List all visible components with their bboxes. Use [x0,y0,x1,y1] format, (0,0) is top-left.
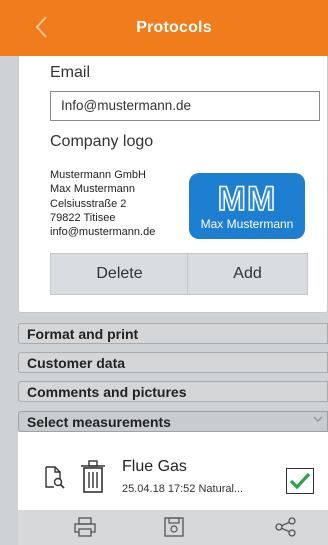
section-label: Select measurements [27,414,171,430]
logo-name: Max Mustermann [200,216,294,231]
measurement-title: Flue Gas [122,458,187,475]
email-field[interactable]: Info@mustermann.de [50,91,320,121]
chevron-left-icon [35,16,47,38]
address-line: 79822 Titisee [50,211,116,224]
header-bar: Protocols [0,0,328,56]
bottom-toolbar [18,510,328,545]
section-label: Format and print [27,326,139,342]
save-icon[interactable] [164,517,184,537]
section-format-and-print[interactable]: Format and print [18,323,328,344]
section-select-measurements[interactable]: Select measurements [18,411,328,432]
address-line: Celsiusstraße 2 [50,197,127,210]
protocol-settings-panel: Email Info@mustermann.de Company logo Mu… [18,56,328,313]
address-line: info@mustermann.de [50,226,156,239]
email-label: Email [50,64,91,81]
address-line: Max Mustermann [50,183,135,196]
logo-initials: MM [217,179,277,218]
section-label: Comments and pictures [27,384,187,400]
measurement-subtitle: 25.04.18 17:52 Natural... [122,483,244,495]
checkmark-icon [289,472,311,490]
measurement-item: Flue Gas 25.04.18 17:52 Natural... [18,432,328,510]
chevron-down-icon [313,416,323,422]
trash-icon[interactable] [80,460,106,494]
document-search-icon[interactable] [44,466,66,490]
delete-button[interactable]: Delete [50,253,189,295]
section-label: Customer data [27,355,126,371]
print-icon[interactable] [74,517,96,537]
company-logo-image[interactable]: MM Max Mustermann [189,173,305,239]
section-comments-and-pictures[interactable]: Comments and pictures [18,381,328,402]
address-line: Mustermann GmbH [50,169,146,181]
company-logo-label: Company logo [50,133,154,150]
company-address: Mustermann GmbH Max Mustermann Celsiusst… [50,168,155,239]
section-customer-data[interactable]: Customer data [18,352,328,373]
measurement-checkbox[interactable] [286,468,314,494]
share-icon[interactable] [275,517,297,537]
page-title: Protocols [136,19,212,36]
back-button[interactable] [30,14,52,40]
add-button[interactable]: Add [187,253,308,295]
